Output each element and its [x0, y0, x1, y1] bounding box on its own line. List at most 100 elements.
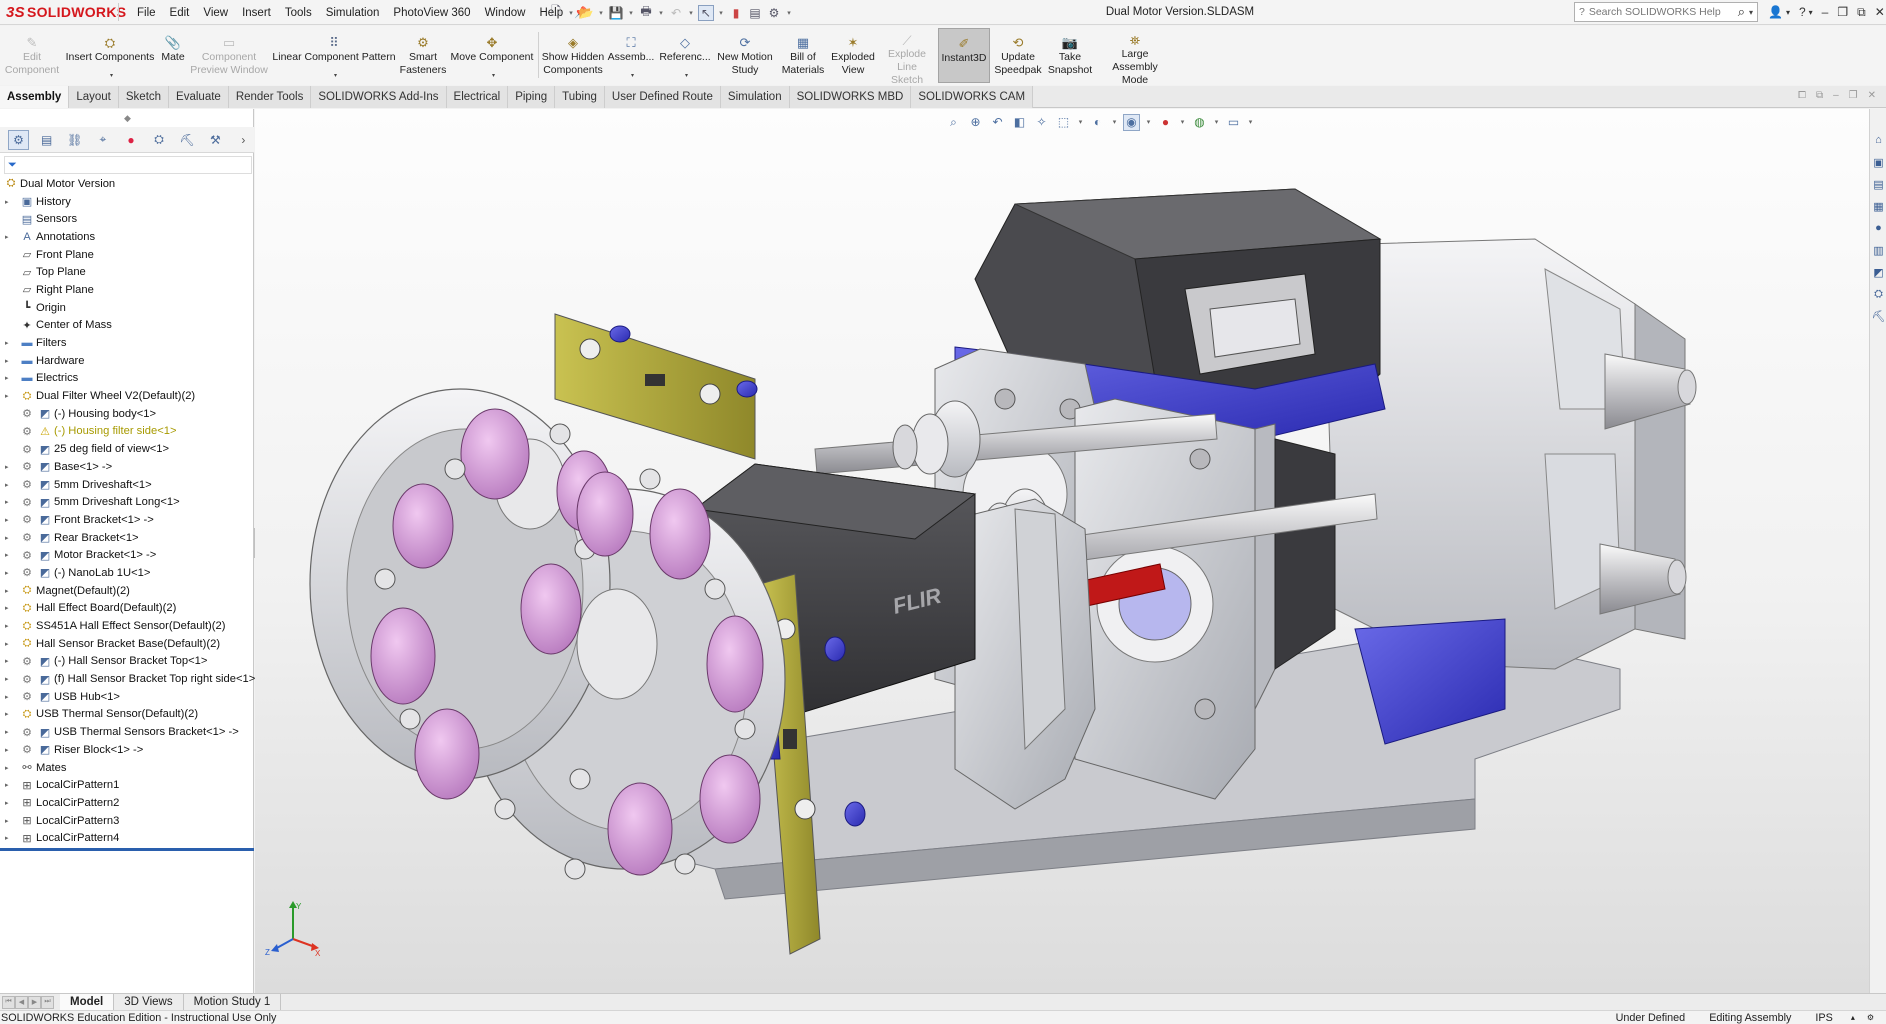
tree-item[interactable]: ▸ ▬ Filters — [0, 334, 254, 352]
save-icon[interactable]: 💾 — [608, 5, 624, 21]
minimize-icon[interactable]: – — [1822, 5, 1829, 19]
tree-item[interactable]: ⚙ ⚠ (-) Housing filter side<1> — [0, 423, 254, 441]
tab-piping[interactable]: Piping — [508, 86, 556, 108]
expand-chevron-icon[interactable]: ▸ — [5, 622, 13, 630]
tree-item[interactable]: ▸ ⚙ ◩ (-) Hall Sensor Bracket Top<1> — [0, 653, 254, 671]
tree-item[interactable]: ▸ ⊞ LocalCirPattern3 — [0, 812, 254, 830]
home-icon[interactable]: ⌂ — [1872, 133, 1885, 147]
hide-show-items-icon[interactable]: ◉ — [1123, 113, 1140, 131]
chevron-down-icon[interactable]: ▾ — [1111, 114, 1118, 131]
tree-item[interactable]: ▸ ⛭ Magnet(Default)(2) — [0, 582, 254, 600]
cam-tools-tab-icon[interactable]: ⚒ — [205, 130, 226, 150]
view-settings-icon[interactable]: ▭ — [1225, 114, 1242, 131]
zoom-to-fit-icon[interactable]: ⌕ — [945, 114, 962, 131]
cam-operation-tab-icon[interactable]: ⛏ — [177, 130, 198, 150]
tree-item[interactable]: ▱ Top Plane — [0, 263, 254, 281]
tree-filter[interactable]: ⏷ — [4, 156, 252, 174]
tree-item[interactable]: ▸ ▬ Electrics — [0, 370, 254, 388]
chevron-down-icon[interactable]: ▾ — [627, 5, 635, 21]
graphics-area[interactable]: FLIR ⌕ ⊕ ↶ ◧ ✧ ⬚ ▾ ◐ ▾ ◉ ▾ ● ▾ ◍ ▾ ▭ ▾ Y… — [255, 109, 1869, 993]
tree-item[interactable]: ┗ Origin — [0, 299, 254, 317]
reference-geometry-button[interactable]: ◇ Referenc... ▾ — [658, 28, 712, 83]
chevron-down-icon[interactable]: ▾ — [785, 5, 793, 21]
edit-appearance-icon[interactable]: ● — [1157, 114, 1174, 131]
linear-component-pattern-button[interactable]: ⠿ Linear Component Pattern ▾ — [272, 28, 396, 83]
select-arrow-icon[interactable]: ↖ — [698, 4, 714, 21]
tree-item[interactable]: ▸ ▬ Hardware — [0, 352, 254, 370]
user-icon[interactable]: 👤 — [1768, 5, 1783, 19]
show-hidden-components-button[interactable]: ◈ Show Hidden Components — [541, 28, 605, 83]
tree-item[interactable]: ▸ ⚙ ◩ (-) NanoLab 1U<1> — [0, 564, 254, 582]
tab-3d-views[interactable]: 3D Views — [114, 993, 184, 1011]
tree-item[interactable]: ▱ Front Plane — [0, 246, 254, 264]
expand-chevron-icon[interactable]: ▸ — [5, 357, 13, 365]
expand-chevron-icon[interactable]: ▸ — [5, 834, 13, 842]
tree-item[interactable]: ▸ ⚙ ◩ Riser Block<1> -> — [0, 741, 254, 759]
view-orientation-icon[interactable]: ⬚ — [1055, 114, 1072, 131]
print-icon[interactable]: 🖶 — [638, 4, 654, 21]
search-icon[interactable]: ⌕ — [1738, 4, 1745, 20]
undo-icon[interactable]: ↶ — [668, 5, 684, 21]
move-component-button[interactable]: ✥ Move Component ▾ — [450, 28, 534, 83]
menu-simulation[interactable]: Simulation — [319, 7, 387, 19]
expand-chevron-icon[interactable]: ▸ — [5, 463, 13, 471]
expand-chevron-icon[interactable]: ▸ — [5, 640, 13, 648]
next-tab-icon[interactable]: ▶ — [28, 995, 41, 1009]
file-explorer-icon[interactable]: ▦ — [1872, 199, 1885, 213]
previous-view-icon[interactable]: ↶ — [989, 114, 1006, 131]
tab-user-defined-route[interactable]: User Defined Route — [604, 86, 721, 108]
insert-components-button[interactable]: ⛭ Insert Components ▾ — [64, 28, 156, 83]
dimxpert-tab-icon[interactable]: ⌖ — [92, 130, 113, 150]
chevron-down-icon[interactable]: ▾ — [1077, 114, 1084, 131]
tab-tubing[interactable]: Tubing — [555, 86, 605, 108]
expand-chevron-icon[interactable]: ▸ — [5, 551, 13, 559]
tab-mbd[interactable]: SOLIDWORKS MBD — [789, 86, 912, 108]
expand-chevron-icon[interactable]: ▸ — [5, 710, 13, 718]
chevron-down-icon[interactable]: ▾ — [687, 5, 695, 21]
tab-addins[interactable]: SOLIDWORKS Add-Ins — [311, 86, 447, 108]
tree-item[interactable]: ▸ ⚙ ◩ 5mm Driveshaft<1> — [0, 476, 254, 494]
tree-item[interactable]: ✦ Center of Mass — [0, 317, 254, 335]
custom-properties-icon[interactable]: ▥ — [1872, 243, 1885, 257]
expand-chevron-icon[interactable]: ▸ — [5, 498, 13, 506]
chevron-down-icon[interactable]: ▾ — [717, 5, 725, 21]
tree-item[interactable]: ▸ ⊞ LocalCirPattern2 — [0, 794, 254, 812]
expand-chevron-icon[interactable]: ▸ — [5, 781, 13, 789]
expand-chevron-icon[interactable]: ▸ — [5, 746, 13, 754]
tree-item[interactable]: ▸ ⚙ ◩ Base<1> -> — [0, 458, 254, 476]
menu-view[interactable]: View — [196, 7, 235, 19]
expand-chevron-icon[interactable]: ▸ — [5, 764, 13, 772]
tab-motion-study[interactable]: Motion Study 1 — [184, 993, 282, 1011]
mate-button[interactable]: 📎 Mate — [158, 28, 188, 83]
expand-chevron-icon[interactable]: ▸ — [5, 604, 13, 612]
apply-scene-icon[interactable]: ◍ — [1191, 114, 1208, 131]
tree-item[interactable]: ▤ Sensors — [0, 210, 254, 228]
tab-electrical[interactable]: Electrical — [446, 86, 509, 108]
solidworks-cam-icon[interactable]: ⛭ — [1872, 287, 1885, 301]
restore-icon[interactable]: ⧉ — [1816, 90, 1823, 101]
new-motion-study-button[interactable]: ⟳ New Motion Study — [714, 28, 776, 83]
chevron-down-icon[interactable]: ▾ — [1247, 114, 1254, 131]
explode-line-sketch-button[interactable]: ⟋ Explode Line Sketch — [880, 28, 934, 86]
tree-item[interactable]: ▸ ⚙ ◩ USB Thermal Sensors Bracket<1> -> — [0, 723, 254, 741]
close-icon[interactable]: ✕ — [1868, 90, 1876, 101]
tab-render-tools[interactable]: Render Tools — [228, 86, 312, 108]
tree-item[interactable]: ▸ ⊞ LocalCirPattern1 — [0, 776, 254, 794]
tree-item[interactable]: ⛭ Dual Motor Version — [0, 175, 254, 193]
menu-file[interactable]: File — [130, 7, 163, 19]
assembly-features-button[interactable]: ⛶ Assemb... ▾ — [608, 28, 655, 83]
search-box[interactable]: ? Search SOLIDWORKS Help ⌕ ▾ — [1574, 2, 1758, 22]
expand-chevron-icon[interactable]: ▸ — [5, 799, 13, 807]
tree-item[interactable]: ⚙ ◩ 25 deg field of view<1> — [0, 440, 254, 458]
expand-chevron-icon[interactable]: ▸ — [5, 481, 13, 489]
tab-cam[interactable]: SOLIDWORKS CAM — [911, 86, 1034, 108]
large-assembly-mode-button[interactable]: ⛯ Large Assembly Mode — [1098, 28, 1172, 86]
expand-chevron-icon[interactable]: ▸ — [5, 657, 13, 665]
tree-item[interactable]: ▸ ⛭ USB Thermal Sensor(Default)(2) — [0, 706, 254, 724]
menu-photoview[interactable]: PhotoView 360 — [386, 7, 477, 19]
first-tab-icon[interactable]: ⏮ — [2, 995, 15, 1009]
tree-item[interactable]: ▸ ⚙ ◩ Front Bracket<1> -> — [0, 511, 254, 529]
last-tab-icon[interactable]: ⏭ — [41, 995, 54, 1009]
more-tabs-chevron-icon[interactable]: › — [233, 130, 254, 150]
tree-item[interactable]: ▱ Right Plane — [0, 281, 254, 299]
